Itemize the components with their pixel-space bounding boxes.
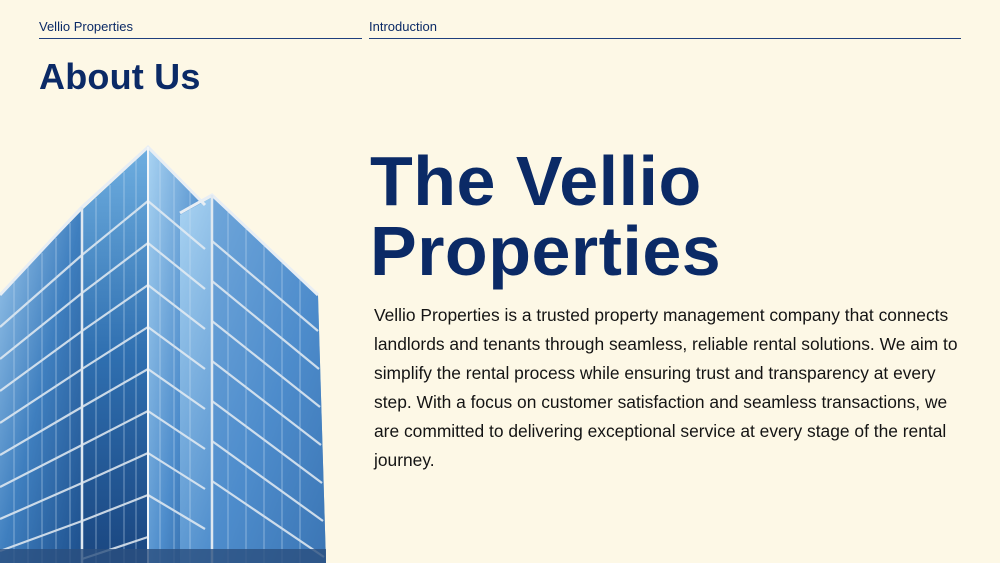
header-company-name: Vellio Properties — [39, 19, 362, 39]
headline-line-2: Properties — [370, 212, 722, 290]
header-section-label: Introduction — [369, 19, 961, 39]
headline: The Vellio Properties — [370, 146, 721, 286]
office-building-image — [0, 145, 326, 563]
headline-line-1: The Vellio — [370, 142, 702, 220]
section-title: About Us — [39, 56, 201, 97]
company-description: Vellio Properties is a trusted property … — [374, 305, 958, 470]
slide: Vellio Properties Introduction About Us — [0, 0, 1000, 563]
